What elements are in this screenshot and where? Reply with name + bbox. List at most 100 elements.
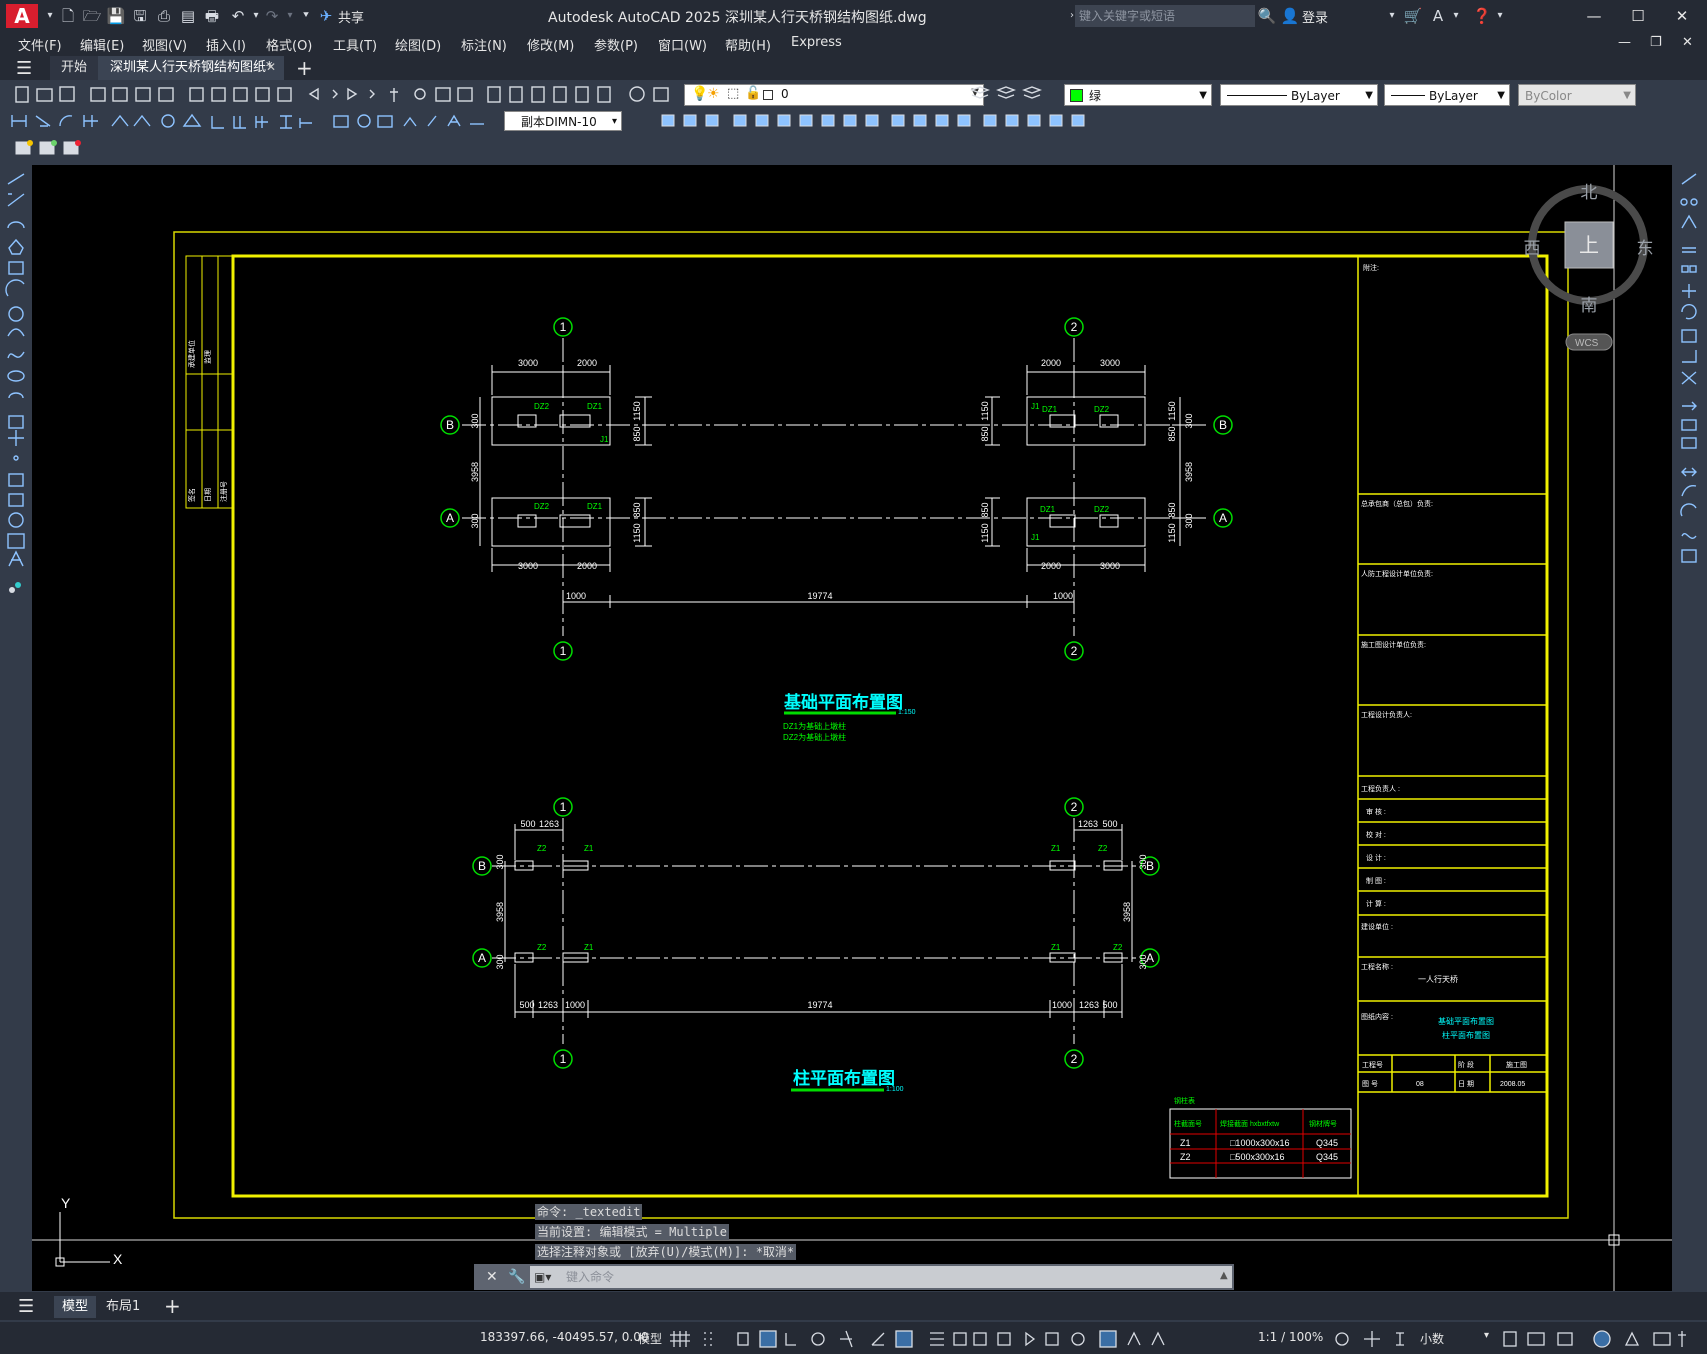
doc-restore-button[interactable]: ❐ (1650, 35, 1662, 50)
new-icon[interactable]: 🗋 (58, 6, 78, 26)
app-dropdown-icon[interactable]: ▾ (1446, 6, 1466, 26)
menu-draw[interactable]: 绘图(D) (395, 35, 441, 54)
publish-icon[interactable]: ⎙ (154, 6, 174, 26)
layer-dropdown[interactable]: 💡 ☀ ⬚ 🔓 0 ▼ (684, 84, 984, 106)
menu-file[interactable]: 文件(F) (18, 35, 62, 54)
standard-toolbar-icons[interactable] (0, 80, 680, 108)
help-icon[interactable]: ❓ (1472, 6, 1492, 26)
chevron-up-icon[interactable]: ▲ (1220, 1270, 1228, 1281)
coordinates-readout[interactable]: 183397.66, -40495.57, 0.00 (480, 1330, 648, 1344)
draw-toolbar-icons[interactable] (0, 162, 32, 622)
command-prompt-icon[interactable]: ▣▾ (534, 1270, 551, 1284)
plan1-grid-bubbles (440, 317, 1233, 661)
drawing-canvas[interactable]: 承建单位 监理 签名 日期 注册号 附注: 总承包商（总包）负责: 人防工程设计… (32, 165, 1672, 1291)
login-button[interactable]: 登录 (1302, 7, 1328, 26)
p2-dim-500-br: 500 (1102, 1000, 1117, 1010)
tab-start[interactable]: 开始 (50, 56, 98, 80)
tab-close-icon[interactable]: ✕ (266, 60, 276, 74)
user-icon[interactable]: 👤 (1280, 6, 1300, 26)
tb-role2: 审 核 : (1366, 807, 1386, 816)
chevron-down-icon: ▼ (1623, 90, 1631, 101)
menu-modify[interactable]: 修改(M) (527, 35, 574, 54)
layer-color-swatch (763, 90, 773, 100)
p1-dim-3958-l: 3958 (470, 462, 480, 482)
p1-dim-19774: 19774 (807, 591, 832, 601)
sheet-icon[interactable]: ▤ (178, 6, 198, 26)
close-icon[interactable]: ✕ (486, 1269, 498, 1285)
extra-toolbar-icons[interactable] (10, 134, 100, 162)
chevron-down-icon[interactable]: ▾ (1484, 1330, 1489, 1341)
logo-dropdown-icon[interactable]: ▾ (40, 6, 60, 26)
redo-icon[interactable]: ↷ (262, 6, 282, 26)
plot-icon[interactable]: 🖶 (202, 6, 222, 26)
menu-tools[interactable]: 工具(T) (333, 35, 377, 54)
save-icon[interactable]: 💾 (106, 6, 126, 26)
p2-dim-1263-bl: 1263 (538, 1000, 558, 1010)
hamburger-icon[interactable]: ☰ (16, 58, 32, 79)
modify-side-icons[interactable] (1672, 162, 1707, 582)
p1-dim-2000-bl: 2000 (577, 561, 597, 571)
tab-layout1[interactable]: 布局1 (106, 1296, 140, 1318)
undo-icon[interactable]: ↶ (228, 6, 248, 26)
p1-dim-3958-r: 3958 (1184, 462, 1194, 482)
status-tools-icons[interactable] (1332, 1325, 1422, 1353)
annotation-scale[interactable]: 1:1 / 100% (1258, 1330, 1323, 1344)
cart-icon[interactable]: 🛒 (1403, 6, 1423, 26)
status-toggle-icons[interactable] (668, 1325, 1228, 1353)
p2-grid-1-top: 1 (560, 800, 567, 814)
autodesk-app-icon[interactable]: A (1428, 6, 1448, 26)
menu-insert[interactable]: 插入(I) (206, 35, 246, 54)
menu-express[interactable]: Express (791, 35, 842, 50)
menu-help[interactable]: 帮助(H) (725, 35, 771, 54)
help-dropdown-icon[interactable]: ▾ (1490, 6, 1510, 26)
p2-dim-1263-tl: 1263 (539, 819, 559, 829)
login-dropdown-icon[interactable]: ▾ (1382, 6, 1402, 26)
command-input[interactable]: 键入命令 (530, 1266, 1232, 1288)
doc-close-button[interactable]: ✕ (1682, 35, 1693, 50)
color-value: 绿 (1089, 89, 1102, 103)
hamburger-icon[interactable]: ☰ (18, 1296, 34, 1317)
menu-format[interactable]: 格式(O) (266, 35, 312, 54)
add-layout-icon[interactable]: + (164, 1294, 181, 1318)
search-icon[interactable]: 🔍 (1257, 6, 1277, 26)
menu-view[interactable]: 视图(V) (142, 35, 187, 54)
tb-role3: 校 对 : (1366, 830, 1386, 839)
autocad-logo[interactable]: A (6, 4, 38, 28)
menu-parametric[interactable]: 参数(P) (594, 35, 638, 54)
tab-document[interactable]: 深圳某人行天桥钢结构图纸* (98, 56, 284, 80)
maximize-button[interactable]: ☐ (1626, 4, 1650, 28)
menu-dimension[interactable]: 标注(N) (461, 35, 507, 54)
menu-window[interactable]: 窗口(W) (658, 35, 707, 54)
doc-minimize-button[interactable]: — (1618, 35, 1631, 50)
share-button[interactable]: 共享 (338, 7, 364, 26)
viewcube-south: 南 (1581, 296, 1598, 315)
saveas-icon[interactable]: 🖫 (130, 6, 150, 26)
layer-sun-icon: ☀ (707, 86, 720, 102)
dimstyle-value: 副本DIMN-10 (521, 115, 597, 129)
p2-tag-z2-d: Z2 (1113, 943, 1123, 952)
layer-tools-icons[interactable] (968, 80, 1058, 108)
close-button[interactable]: ✕ (1670, 4, 1694, 28)
tab-model[interactable]: 模型 (54, 1296, 96, 1318)
open-icon[interactable]: 🗁 (82, 6, 102, 26)
minimize-button[interactable]: — (1582, 4, 1606, 28)
status-right-icons[interactable] (1500, 1325, 1700, 1353)
search-input[interactable]: 键入关键字或短语 (1075, 5, 1255, 27)
inner-sheet-border (231, 254, 1549, 1198)
lineweight-dropdown[interactable]: ByLayer ▼ (1384, 84, 1510, 106)
dimstyle-dropdown[interactable]: 副本DIMN-10 ▾ (504, 111, 622, 131)
share-icon[interactable]: ✈ (316, 6, 336, 26)
p1-grid-a-right: A (1219, 511, 1227, 525)
units-dropdown[interactable]: 小数 (1420, 1330, 1444, 1347)
dimension-toolbar-icons[interactable] (0, 108, 500, 134)
color-dropdown[interactable]: 绿 ▼ (1064, 84, 1212, 106)
linetype-dropdown[interactable]: ByLayer ▼ (1220, 84, 1378, 106)
model-space-toggle[interactable]: 模型 (638, 1330, 662, 1347)
customize-qat-icon[interactable]: ⯆ (296, 6, 316, 26)
modify-toolbar-icons[interactable] (656, 108, 1176, 134)
new-tab-icon[interactable]: + (296, 56, 313, 80)
plotstyle-dropdown[interactable]: ByColor ▼ (1518, 84, 1636, 106)
wrench-icon[interactable]: 🔧 (508, 1269, 525, 1285)
menu-edit[interactable]: 编辑(E) (80, 35, 124, 54)
p1-dim-300-d: 300 (1184, 513, 1194, 528)
